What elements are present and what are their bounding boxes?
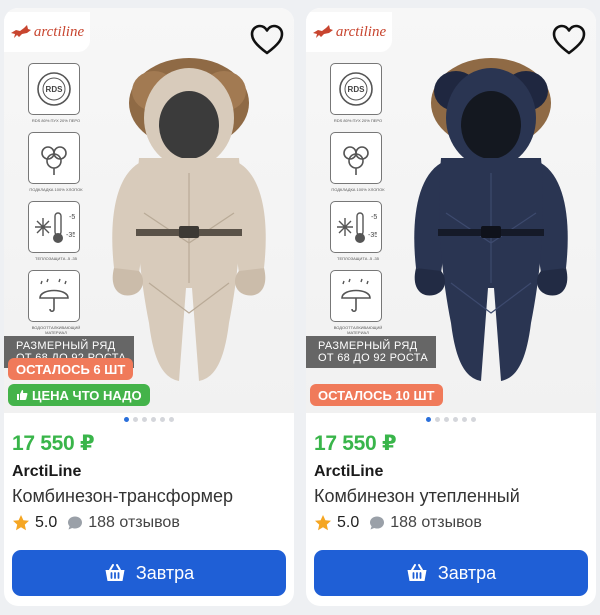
spec-caption: ТЕПЛОЗАЩИТА -5 -35: [337, 256, 379, 261]
delivery-label: Завтра: [135, 562, 195, 583]
rating-value: 5.0: [337, 514, 360, 531]
carousel-dot[interactable]: [444, 417, 449, 422]
basket-icon: [105, 564, 125, 581]
product-photo[interactable]: arctiline RDS RDS 80% ПУХ 20% ПЕРО ПОДКЛ…: [4, 8, 294, 413]
fox-logo-icon: [10, 25, 31, 38]
spec-badges: RDS RDS 80% ПУХ 20% ПЕРО ПОДКЛАДКА 100% …: [28, 63, 84, 344]
comment-bubble-icon: [68, 516, 83, 530]
svg-text:-35: -35: [66, 232, 75, 239]
product-title[interactable]: Комбинезон утепленный: [314, 486, 520, 507]
carousel-dots[interactable]: [4, 417, 294, 422]
fox-logo-icon: [312, 25, 333, 38]
svg-text:-35: -35: [368, 232, 377, 239]
cotton-icon: [28, 132, 80, 184]
stock-badge: ОСТАЛОСЬ 10 ШТ: [310, 384, 443, 406]
product-title[interactable]: Комбинезон-трансформер: [12, 486, 233, 507]
stock-badge: ОСТАЛОСЬ 6 ШТ: [8, 358, 134, 380]
rds-down-icon: RDS: [28, 63, 80, 115]
svg-text:-5: -5: [69, 214, 75, 221]
comment-bubble-icon: [370, 516, 385, 530]
carousel-dot[interactable]: [133, 417, 138, 422]
spec-badges: RDS RDS 80% ПУХ 20% ПЕРО ПОДКЛАДКА 100% …: [330, 63, 386, 344]
price: 17 550 ₽: [12, 432, 95, 455]
carousel-dot[interactable]: [435, 417, 440, 422]
svg-text:RDS: RDS: [46, 85, 64, 94]
cotton-icon: [330, 132, 382, 184]
product-photo[interactable]: arctiline RDS RDS 80% ПУХ 20% ПЕРО ПОДКЛ…: [306, 8, 596, 413]
svg-text:-5: -5: [371, 214, 377, 221]
promo-badge: ЦЕНА ЧТО НАДО: [8, 384, 150, 406]
spec-caption: ПОДКЛАДКА 100% ХЛОПОК: [29, 187, 83, 192]
spec-caption: RDS 80% ПУХ 20% ПЕРО: [333, 118, 383, 123]
svg-text:RDS: RDS: [348, 85, 366, 94]
delivery-label: Завтра: [437, 562, 497, 583]
logo-text: arctiline: [335, 23, 387, 40]
spec-caption: RDS 80% ПУХ 20% ПЕРО: [31, 118, 81, 123]
thermometer-icon: -5 -35: [330, 201, 382, 253]
star-icon: [315, 515, 331, 531]
thermometer-icon: -5 -35: [28, 201, 80, 253]
price: 17 550 ₽: [314, 432, 397, 455]
carousel-dot[interactable]: [471, 417, 476, 422]
rating-row[interactable]: 5.0 188 отзывов: [314, 514, 482, 532]
carousel-dot[interactable]: [160, 417, 165, 422]
brand-logo: arctiline: [4, 12, 90, 52]
carousel-dot[interactable]: [124, 417, 129, 422]
star-icon: [13, 515, 29, 531]
spec-caption: ПОДКЛАДКА 100% ХЛОПОК: [331, 187, 385, 192]
spec-caption: ВОДООТТАЛКИВАЮЩИЙ МАТЕРИАЛ: [333, 325, 383, 335]
brand-name[interactable]: ArctiLine: [12, 463, 81, 481]
brand-logo: arctiline: [306, 12, 392, 52]
logo-text: arctiline: [33, 23, 85, 40]
carousel-dots[interactable]: [306, 417, 596, 422]
carousel-dot[interactable]: [151, 417, 156, 422]
add-to-cart-button[interactable]: Завтра: [314, 550, 588, 596]
product-card[interactable]: arctiline RDS RDS 80% ПУХ 20% ПЕРО ПОДКЛ…: [4, 8, 294, 606]
umbrella-icon: [28, 270, 80, 322]
spec-caption: ВОДООТТАЛКИВАЮЩИЙ МАТЕРИАЛ: [31, 325, 81, 335]
add-to-cart-button[interactable]: Завтра: [12, 550, 286, 596]
rating-row[interactable]: 5.0 188 отзывов: [12, 514, 180, 532]
basket-icon: [407, 564, 427, 581]
reviews-count: 188 отзывов: [88, 514, 180, 531]
rating-value: 5.0: [35, 514, 58, 531]
product-grid: arctiline RDS RDS 80% ПУХ 20% ПЕРО ПОДКЛ…: [0, 0, 600, 615]
carousel-dot[interactable]: [453, 417, 458, 422]
carousel-dot[interactable]: [462, 417, 467, 422]
carousel-dot[interactable]: [426, 417, 431, 422]
size-range-label: РАЗМЕРНЫЙ РЯД ОТ 68 ДО 92 РОСТА: [306, 336, 436, 368]
thumbs-up-icon: [17, 390, 28, 400]
brand-name[interactable]: ArctiLine: [314, 463, 383, 481]
rds-down-icon: RDS: [330, 63, 382, 115]
carousel-dot[interactable]: [142, 417, 147, 422]
spec-caption: ТЕПЛОЗАЩИТА -5 -35: [35, 256, 77, 261]
reviews-count: 188 отзывов: [390, 514, 482, 531]
umbrella-icon: [330, 270, 382, 322]
product-card[interactable]: arctiline RDS RDS 80% ПУХ 20% ПЕРО ПОДКЛ…: [306, 8, 596, 606]
carousel-dot[interactable]: [169, 417, 174, 422]
